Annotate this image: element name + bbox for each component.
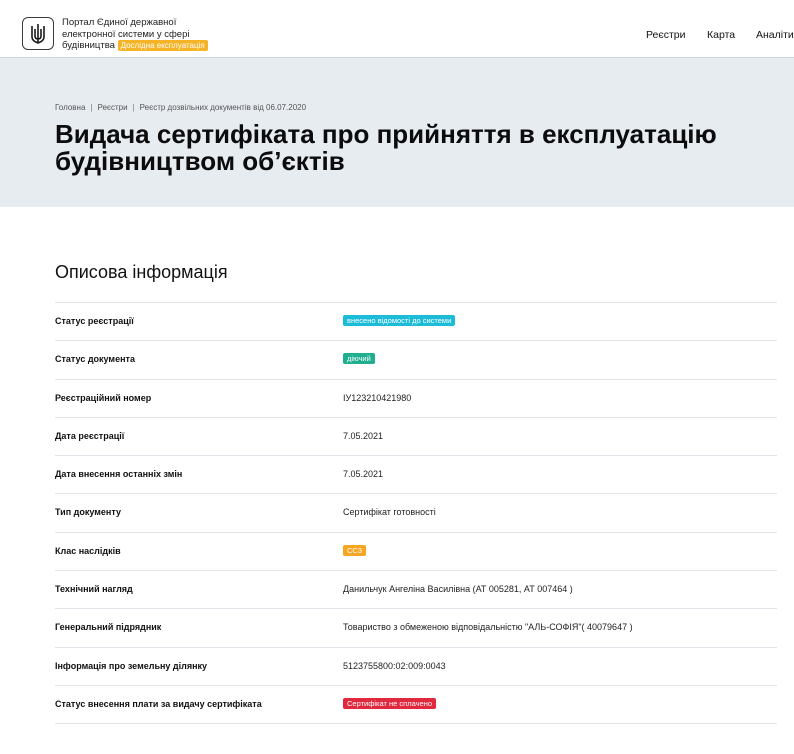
row-label: Дата реєстрації: [55, 430, 125, 441]
general-contractor: Товариство з обмеженою відповідальністю …: [343, 622, 633, 633]
row-label: Інформація про земельну ділянку: [55, 660, 208, 671]
table-row: Інформація про земельну ділянку 51237558…: [55, 648, 777, 686]
land-plot-info: 5123755800:02:009:0043: [343, 660, 446, 671]
hero-banner: Головна | Реєстри | Реєстр дозвільних докуме…: [0, 58, 794, 207]
info-table: Статус реєстрації внесено відомості до с…: [55, 302, 777, 725]
registration-date: 7.05.2021: [343, 430, 384, 441]
breadcrumb-separator: |: [132, 103, 135, 112]
row-label: Клас наслідків: [55, 545, 121, 556]
portal-title-line3: будівництва: [62, 40, 115, 51]
row-label: Статус реєстрації: [55, 316, 134, 326]
table-row: Дата реєстрації 7.05.2021: [55, 418, 777, 457]
table-row: Генеральний підрядник Товариство з обмеж…: [55, 609, 777, 648]
row-label: Технічний нагляд: [55, 584, 133, 595]
trident-logo-icon[interactable]: [22, 17, 54, 50]
section-title: Описова інформація: [55, 262, 228, 282]
document-type: Сертифікат готовності: [343, 507, 436, 518]
consequence-class-badge: СС3: [343, 544, 367, 556]
portal-title-line2: електронної системи у сфері: [62, 28, 190, 40]
page-title: Видача сертифіката про прийняття в експл…: [55, 121, 794, 175]
beta-badge: Дослідна експлуатація: [117, 40, 208, 51]
page-title-line1: Видача сертифіката про прийняття в експл…: [55, 119, 717, 149]
row-label: Статус внесення плати за видачу сертифік…: [55, 698, 262, 709]
nav-analytics[interactable]: Аналіти: [756, 29, 794, 41]
page-title-line2: будівництвом об’єктів: [55, 146, 345, 176]
breadcrumb: Головна | Реєстри | Реєстр дозвільних докуме…: [55, 103, 306, 112]
table-row: Статус реєстрації внесено відомості до с…: [55, 303, 777, 342]
table-row: Технічний нагляд Данильчук Ангеліна Васи…: [55, 571, 777, 610]
breadcrumb-current[interactable]: Реєстр дозвільних документів від 06.07.2…: [140, 103, 306, 112]
row-label: Тип документу: [55, 507, 121, 518]
top-header: Портал Єдиної державної електронної сист…: [0, 8, 794, 58]
last-change-date: 7.05.2021: [343, 469, 384, 480]
row-label: Дата внесення останніх змін: [55, 469, 183, 480]
row-label: Статус документа: [55, 354, 135, 365]
portal-title-line1: Портал Єдиної державної: [62, 17, 177, 28]
nav-map[interactable]: Карта: [707, 29, 735, 41]
table-row: Клас наслідків СС3: [55, 533, 777, 572]
row-label: Генеральний підрядник: [55, 622, 162, 633]
breadcrumb-separator: |: [90, 103, 93, 112]
registration-status-badge: внесено відомості до системи: [343, 315, 456, 326]
technical-supervision: Данильчук Ангеліна Василівна (АТ 005281,…: [343, 584, 573, 595]
nav-registries[interactable]: Реєстри: [646, 29, 686, 41]
table-row: Статус внесення плати за видачу сертифік…: [55, 686, 777, 725]
document-status-badge: діючий: [343, 353, 375, 365]
portal-title[interactable]: Портал Єдиної державної електронної сист…: [62, 17, 232, 52]
breadcrumb-home[interactable]: Головна: [55, 103, 85, 112]
table-row: Тип документу Сертифікат готовності: [55, 494, 777, 533]
payment-status-badge: Сертифікат не сплачено: [343, 697, 437, 709]
breadcrumb-registries[interactable]: Реєстри: [97, 103, 127, 112]
registration-number: ІУ123210421980: [343, 392, 412, 403]
table-row: Реєстраційний номер ІУ123210421980: [55, 380, 777, 418]
table-row: Статус документа діючий: [55, 341, 777, 380]
table-row: Дата внесення останніх змін 7.05.2021: [55, 456, 777, 495]
row-label: Реєстраційний номер: [55, 392, 152, 403]
